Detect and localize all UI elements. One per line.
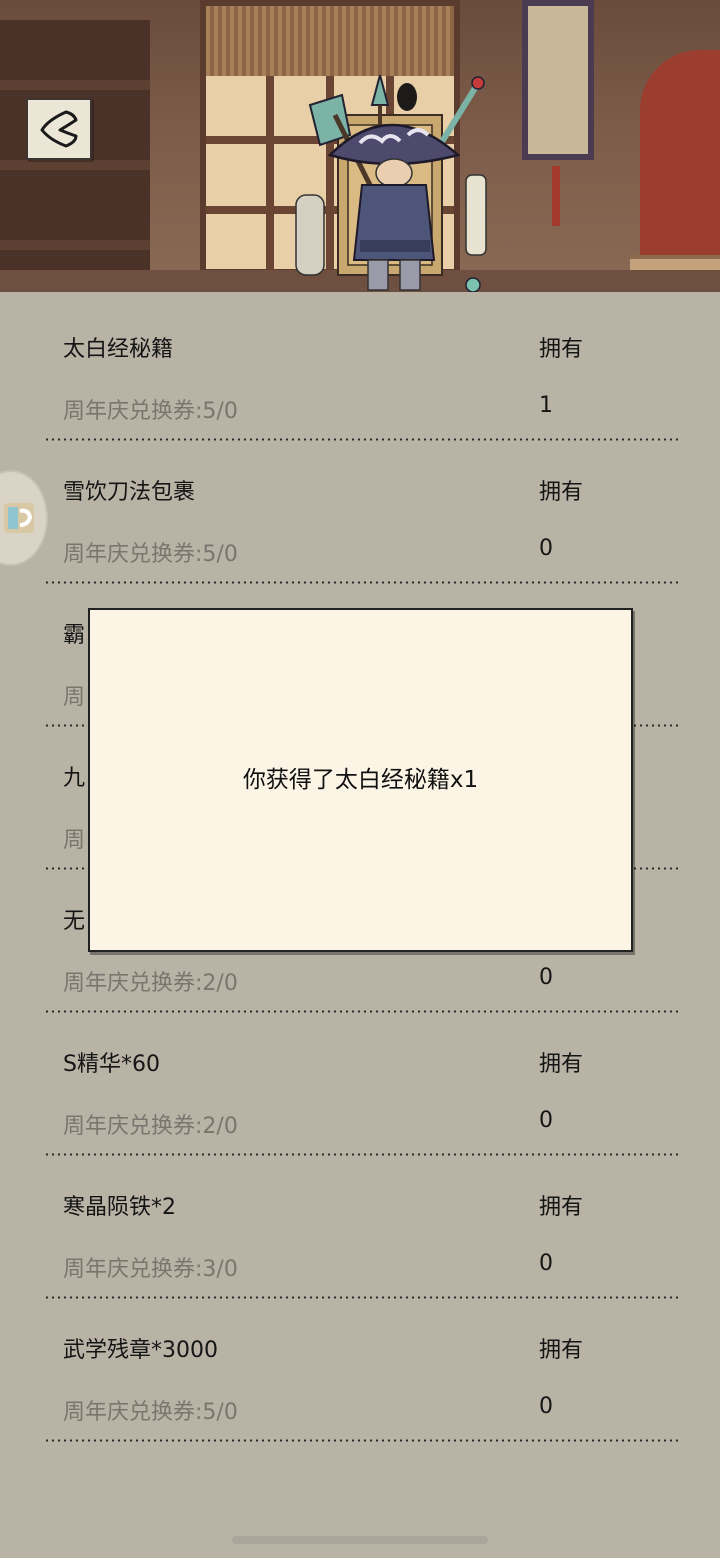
item-name: 霸: [63, 623, 86, 648]
owned-count: 0: [539, 1394, 553, 1419]
merchant-character: [295, 75, 487, 292]
owned-count: 0: [539, 1251, 553, 1276]
home-indicator[interactable]: [232, 1536, 488, 1544]
item-name: 无: [63, 909, 86, 934]
list-item[interactable]: S精华*60 拥有 周年庆兑换券:2/0 0: [0, 1015, 720, 1158]
owned-label: 拥有: [539, 337, 584, 362]
item-name: 太白经秘籍: [63, 337, 174, 362]
item-name: S精华*60: [63, 1052, 160, 1077]
owned-count: 0: [539, 536, 553, 561]
dotted-divider: [44, 438, 678, 441]
item-name: 雪饮刀法包裹: [63, 480, 196, 505]
list-item[interactable]: 寒晶陨铁*2 拥有 周年庆兑换券:3/0 0: [0, 1158, 720, 1301]
floating-tool-icon: [4, 503, 34, 533]
item-cost: 周年庆兑换券:5/0: [63, 542, 238, 567]
owned-count: 0: [539, 1108, 553, 1133]
owned-count: 0: [539, 965, 553, 990]
list-item[interactable]: 雪饮刀法包裹 拥有 周年庆兑换券:5/0 0: [0, 443, 720, 586]
dotted-divider: [44, 1296, 678, 1299]
item-cost: 周: [63, 828, 86, 853]
item-name: 武学残章*3000: [63, 1338, 218, 1363]
owned-label: 拥有: [539, 1338, 584, 1363]
owned-count: 1: [539, 393, 553, 418]
owned-label: 拥有: [539, 1052, 584, 1077]
reward-dialog[interactable]: 你获得了太白经秘籍x1: [88, 608, 633, 952]
item-cost: 周年庆兑换券:2/0: [63, 1114, 238, 1139]
dotted-divider: [44, 581, 678, 584]
chevron-left-icon: [40, 110, 78, 148]
hanging-scroll: [522, 0, 594, 226]
owned-label: 拥有: [539, 480, 584, 505]
item-name: 九: [63, 766, 86, 791]
item-cost: 周年庆兑换券:2/0: [63, 971, 238, 996]
list-item[interactable]: 武学残章*3000 拥有 周年庆兑换券:5/0 0: [0, 1301, 720, 1444]
dotted-divider: [44, 1010, 678, 1013]
header-scene: [0, 0, 720, 292]
reward-message: 你获得了太白经秘籍x1: [242, 767, 479, 793]
item-cost: 周年庆兑换券:3/0: [63, 1257, 238, 1282]
owned-label: 拥有: [539, 1195, 584, 1220]
list-item[interactable]: 太白经秘籍 拥有 周年庆兑换券:5/0 1: [0, 300, 720, 443]
item-cost: 周年庆兑换券:5/0: [63, 399, 238, 424]
dotted-divider: [44, 1153, 678, 1156]
dotted-divider: [44, 1439, 678, 1442]
item-cost: 周: [63, 685, 86, 710]
item-cost: 周年庆兑换券:5/0: [63, 1400, 238, 1425]
item-name: 寒晶陨铁*2: [63, 1195, 176, 1220]
back-button[interactable]: [26, 98, 92, 160]
